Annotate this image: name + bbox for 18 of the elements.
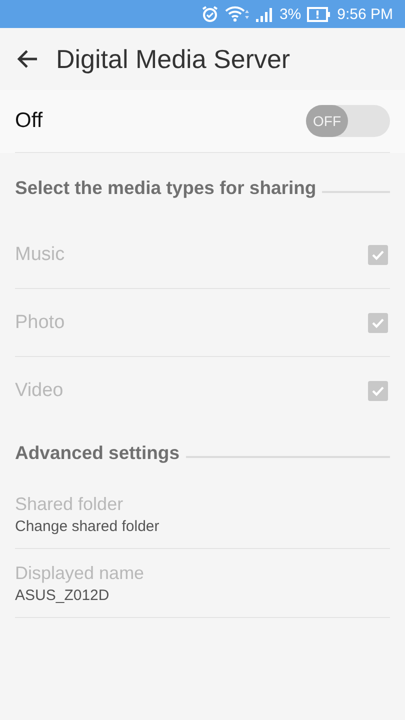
switch-label: Off bbox=[15, 109, 43, 133]
battery-percent: 3% bbox=[279, 6, 302, 22]
setting-title: Shared folder bbox=[15, 494, 124, 514]
media-type-label: Music bbox=[15, 244, 65, 266]
toggle-switch[interactable]: OFF bbox=[306, 105, 390, 137]
media-type-label: Video bbox=[15, 380, 64, 402]
wifi-icon bbox=[225, 6, 250, 22]
setting-summary: Change shared folder bbox=[15, 518, 160, 534]
screen-title: Digital Media Server bbox=[56, 44, 290, 74]
battery-icon bbox=[307, 6, 332, 22]
section-header: Advanced settings bbox=[15, 442, 180, 464]
alarm-icon bbox=[201, 5, 220, 23]
clock-time: 9:56 PM bbox=[337, 6, 393, 22]
signal-icon bbox=[255, 6, 274, 22]
section-header: Select the media types for sharing bbox=[15, 177, 316, 199]
media-type-label: Photo bbox=[15, 312, 65, 334]
setting-title: Displayed name bbox=[15, 562, 146, 584]
setting-summary: ASUS_Z012D bbox=[15, 586, 110, 604]
